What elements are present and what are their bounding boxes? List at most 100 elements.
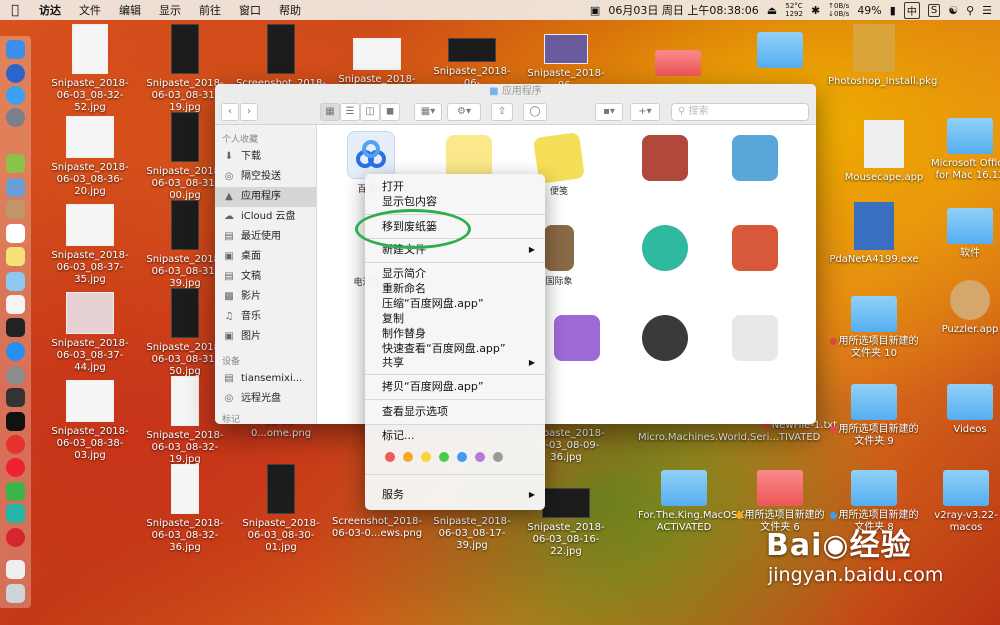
back-button[interactable]: ‹ [221, 103, 239, 121]
trash-icon[interactable] [6, 584, 25, 603]
desktop-file[interactable]: Snipaste_2018-06-03_08-17-39.jpg [426, 516, 518, 552]
desktop-file[interactable]: Snipaste_2018-06-03_08-36-20.jpg [44, 116, 136, 198]
sidebar-item-recents[interactable]: ▤ 最近使用 [215, 227, 316, 247]
appstore-icon[interactable] [6, 342, 25, 361]
desktop-file[interactable]: Snipaste_2018-06- [520, 24, 612, 92]
sidebar-item-downloads[interactable]: ⬇ 下载 [215, 147, 316, 167]
desktop-folder[interactable] [632, 50, 724, 80]
view-columns-button[interactable]: ◫ [360, 103, 380, 121]
android-icon[interactable] [6, 154, 25, 173]
temp-readout[interactable]: 52°C 1292 [785, 2, 803, 18]
siri-icon[interactable] [6, 64, 25, 83]
notification-icon[interactable]: ☰ [982, 4, 992, 17]
desktop-folder[interactable]: 用所选项目新建的文件夹 10 [828, 296, 920, 360]
menu-edit[interactable]: 编辑 [110, 2, 150, 18]
menu-item-get-info[interactable]: 显示简介 [382, 266, 535, 281]
sogou-icon[interactable]: S [927, 3, 941, 17]
action-gear-button[interactable]: ⚙▾ [447, 103, 481, 121]
menu-item-compress[interactable]: 压缩“百度网盘.app” [382, 296, 535, 311]
desktop-folder[interactable]: Videos [924, 384, 1000, 436]
menu-item-make-alias[interactable]: 制作替身 [382, 326, 535, 341]
finder-titlebar[interactable]: ■ 应用程序 [215, 84, 816, 100]
sidebar-item-pictures[interactable]: ▣ 图片 [215, 327, 316, 347]
desktop-file[interactable]: Screenshot_2018- [235, 24, 327, 90]
sidebar-item-airdrop[interactable]: ◎ 隔空投送 [215, 167, 316, 187]
menu-window[interactable]: 窗口 [230, 2, 270, 18]
menu-item-quick-look[interactable]: 快速查看“百度网盘.app” [382, 341, 535, 356]
maps-icon[interactable] [6, 272, 25, 291]
sidebar-item-desktop[interactable]: ▣ 桌面 [215, 247, 316, 267]
desktop-folder[interactable]: 用所选项目新建的文件夹 9 [828, 384, 920, 448]
tag-yellow[interactable] [421, 452, 431, 462]
app-item[interactable] [635, 315, 695, 364]
dropbox-button[interactable]: ▪▾ [595, 103, 623, 121]
desktop-file[interactable]: Mousecape.app [838, 120, 930, 184]
sidebar-item-music[interactable]: ♫ 音乐 [215, 307, 316, 327]
search-field[interactable]: ⚲ 搜索 [671, 103, 809, 121]
launchpad-icon[interactable] [6, 108, 25, 127]
menu-item-open[interactable]: 打开 [382, 179, 535, 194]
tag-red[interactable] [385, 452, 395, 462]
desktop-file[interactable]: Snipaste_2018-06-03_08-32-52.jpg [44, 24, 136, 114]
desktop-folder[interactable]: 软件 [924, 208, 1000, 260]
sidebar-item-device[interactable]: ▤ tiansemixi... [215, 369, 316, 389]
menu-help[interactable]: 帮助 [270, 2, 310, 18]
view-icons-button[interactable]: ▦ [320, 103, 340, 121]
tag-button[interactable]: ◯ [523, 103, 547, 121]
menu-view[interactable]: 显示 [150, 2, 190, 18]
tag-orange[interactable] [403, 452, 413, 462]
apple-icon[interactable]:  [0, 3, 30, 18]
menu-go[interactable]: 前往 [190, 2, 230, 18]
sidebar-item-icloud[interactable]: ☁ iCloud 云盘 [215, 207, 316, 227]
app-item[interactable] [725, 315, 785, 364]
tag-purple[interactable] [475, 452, 485, 462]
desktop-folder[interactable] [734, 32, 826, 72]
desktop-file[interactable]: Screenshot_2018-06-03-0...ews.png [331, 516, 423, 540]
sidebar-item-movies[interactable]: ▩ 影片 [215, 287, 316, 307]
eject-icon[interactable]: ⏏ [767, 4, 777, 17]
yandex-icon[interactable] [6, 458, 25, 477]
desktop-file[interactable]: Snipaste_2018-06-03_08-32-36.jpg [139, 464, 231, 554]
add-button[interactable]: +▾ [630, 103, 660, 121]
safari-icon[interactable] [6, 86, 25, 105]
network-speed[interactable]: ↑0B/s ↓0B/s [828, 2, 849, 18]
sidebar-item-documents[interactable]: ▤ 文稿 [215, 267, 316, 287]
vivaldi-icon[interactable] [6, 435, 25, 454]
photos-icon[interactable] [6, 295, 25, 314]
netease-icon[interactable] [6, 528, 25, 547]
activity-icon[interactable] [6, 318, 25, 337]
notes-dock-icon[interactable] [6, 247, 25, 266]
menu-item-show-package[interactable]: 显示包内容 [382, 194, 535, 209]
desktop-file[interactable]: Puzzler.app [924, 280, 1000, 336]
desktop-file[interactable]: Snipaste_2018-06-03_08-30-01.jpg [235, 464, 327, 554]
finder-icon[interactable] [6, 40, 25, 59]
chat-icon[interactable] [6, 504, 25, 523]
desktop-file[interactable]: Photoshop_Install.pkg [828, 24, 937, 88]
wechat-icon[interactable] [6, 482, 25, 501]
desktop-file[interactable]: Snipaste_2018-06- [426, 24, 518, 90]
menu-item-duplicate[interactable]: 复制 [382, 311, 535, 326]
preview-icon[interactable] [6, 178, 25, 197]
desktop-folder[interactable]: Microsoft Office for Mac 16.13 [924, 118, 1000, 182]
notebook-icon[interactable] [6, 200, 25, 219]
desktop-file[interactable]: Snipaste_2018-06-03_08-37-35.jpg [44, 204, 136, 286]
app-item[interactable] [635, 135, 695, 184]
forward-button[interactable]: › [240, 103, 258, 121]
menu-file[interactable]: 文件 [70, 2, 110, 18]
view-gallery-button[interactable]: ◼ [380, 103, 400, 121]
bluetooth-icon[interactable]: ✱ [811, 4, 820, 17]
menu-item-share[interactable]: 共享 ▶ [382, 355, 535, 370]
calendar-icon[interactable]: ▣ [590, 4, 600, 17]
share-button[interactable]: ⇧ [491, 103, 513, 121]
input-method[interactable]: 中 [903, 1, 920, 19]
monitor-icon[interactable] [6, 388, 25, 407]
tag-green[interactable] [439, 452, 449, 462]
desktop-file[interactable]: PdaNetA4199.exe [828, 202, 920, 266]
view-list-button[interactable]: ☰ [340, 103, 360, 121]
bluetooth2-icon[interactable]: ☯ [948, 4, 958, 17]
group-button[interactable]: ▦▾ [414, 103, 442, 121]
menu-item-tags[interactable]: 标记... [382, 428, 535, 443]
terminal-icon[interactable] [6, 412, 25, 431]
tag-gray[interactable] [493, 452, 503, 462]
document-icon[interactable] [6, 560, 25, 579]
